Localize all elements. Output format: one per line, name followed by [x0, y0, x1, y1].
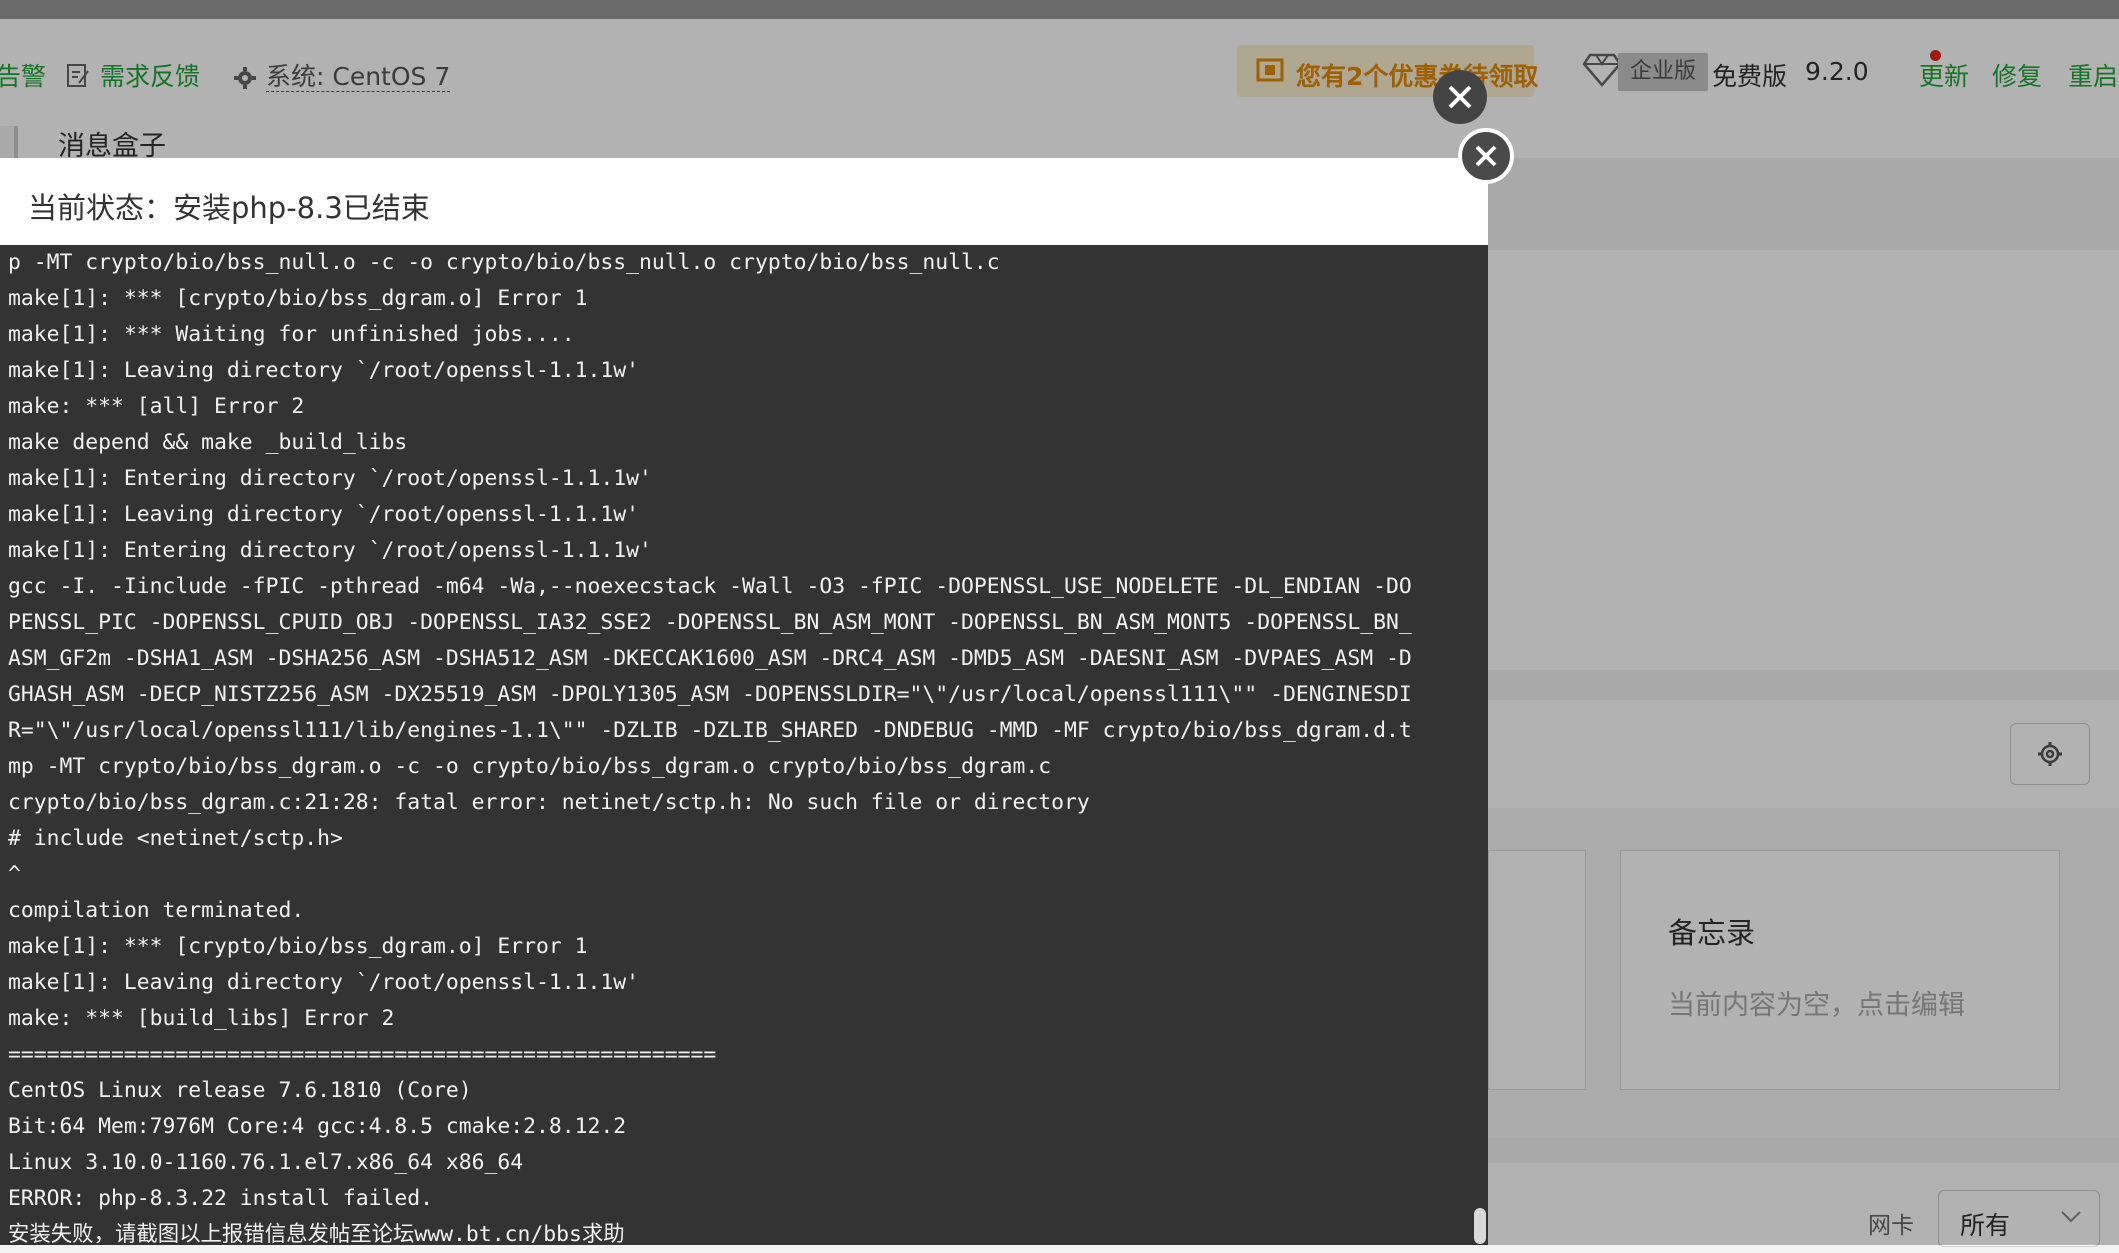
log-line: Bit:64 Mem:7976M Core:4 gcc:4.8.5 cmake:…	[8, 1114, 627, 1139]
close-icon	[1475, 145, 1497, 167]
log-line: p -MT crypto/bio/bss_null.o -c -o crypto…	[8, 250, 1000, 275]
close-button[interactable]	[1433, 70, 1487, 124]
log-line: crypto/bio/bss_dgram.c:21:28: fatal erro…	[8, 790, 1090, 815]
log-line: make: *** [build_libs] Error 2	[8, 1006, 395, 1031]
log-line: make depend && make _build_libs	[8, 430, 408, 455]
log-line: PENSSL_PIC -DOPENSSL_CPUID_OBJ -DOPENSSL…	[8, 610, 1412, 635]
log-scrollbar[interactable]	[1472, 245, 1488, 1245]
install-status-title: 当前状态：安装php-8.3已结束	[28, 191, 430, 225]
log-line: make: *** [all] Error 2	[8, 394, 305, 419]
log-line: ^	[8, 862, 21, 887]
log-scrollbar-thumb[interactable]	[1474, 1208, 1486, 1244]
log-line: make[1]: Entering directory `/root/opens…	[8, 466, 652, 491]
log-line: # include <netinet/sctp.h>	[8, 826, 343, 851]
log-line: 安装失败，请截图以上报错信息发帖至论坛www.bt.cn/bbs求助	[8, 1222, 625, 1247]
log-line: make[1]: *** Waiting for unfinished jobs…	[8, 322, 575, 347]
log-line: gcc -I. -Iinclude -fPIC -pthread -m64 -W…	[8, 574, 1412, 599]
modal-close-button[interactable]	[1458, 128, 1514, 184]
log-line: make[1]: Leaving directory `/root/openss…	[8, 970, 640, 995]
log-line: make[1]: *** [crypto/bio/bss_dgram.o] Er…	[8, 934, 588, 959]
log-line: make[1]: *** [crypto/bio/bss_dgram.o] Er…	[8, 286, 588, 311]
log-line: ERROR: php-8.3.22 install failed.	[8, 1186, 433, 1211]
log-line: mp -MT crypto/bio/bss_dgram.o -c -o cryp…	[8, 754, 1052, 779]
log-line: Linux 3.10.0-1160.76.1.el7.x86_64 x86_64	[8, 1150, 524, 1175]
log-line: make[1]: Leaving directory `/root/openss…	[8, 358, 640, 383]
log-line: R="\"/usr/local/openssl111/lib/engines-1…	[8, 718, 1412, 743]
install-log-text: p -MT crypto/bio/bss_null.o -c -o crypto…	[8, 245, 1468, 1253]
close-icon	[1448, 85, 1472, 109]
log-line: compilation terminated.	[8, 898, 305, 923]
log-line: GHASH_ASM -DECP_NISTZ256_ASM -DX25519_AS…	[8, 682, 1412, 707]
log-line: make[1]: Entering directory `/root/opens…	[8, 538, 652, 563]
log-line: ========================================…	[8, 1042, 717, 1067]
log-line: make[1]: Leaving directory `/root/openss…	[8, 502, 640, 527]
log-line: CentOS Linux release 7.6.1810 (Core)	[8, 1078, 472, 1103]
log-line: ASM_GF2m -DSHA1_ASM -DSHA256_ASM -DSHA51…	[8, 646, 1412, 671]
